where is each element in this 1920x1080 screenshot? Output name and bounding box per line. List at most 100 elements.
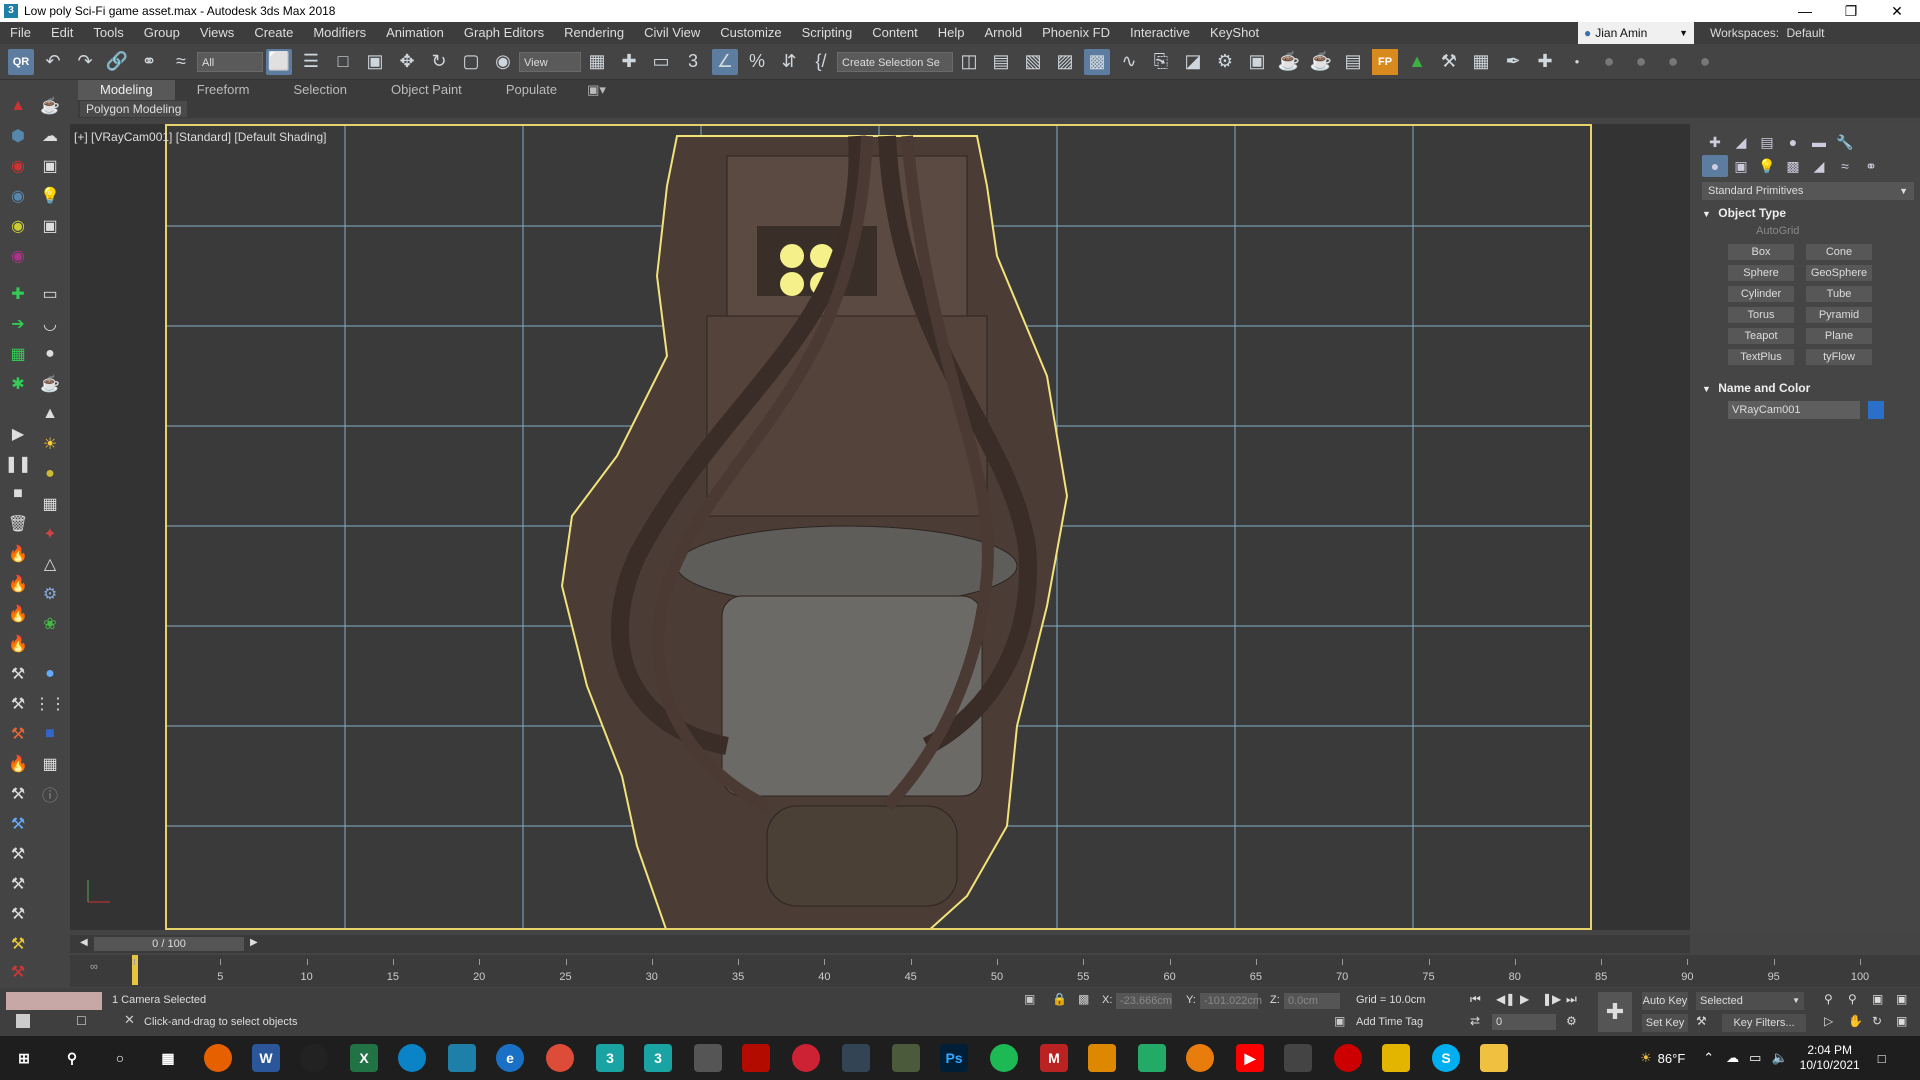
- tab-populate[interactable]: Populate: [484, 80, 579, 100]
- menu-create[interactable]: Create: [244, 22, 303, 44]
- link-icon[interactable]: 🔗: [104, 49, 130, 75]
- player-icon[interactable]: [1382, 1044, 1410, 1072]
- fov-icon[interactable]: ▷: [1824, 1014, 1833, 1028]
- absolute-mode-icon[interactable]: ▩: [1078, 992, 1089, 1006]
- helpers-category-icon[interactable]: ◢: [1806, 155, 1832, 177]
- torus-button[interactable]: Torus: [1728, 307, 1794, 323]
- dome-icon[interactable]: ◡: [38, 312, 62, 336]
- play-icon[interactable]: ▶: [1520, 992, 1529, 1006]
- quick-render-icon[interactable]: QR: [8, 48, 34, 75]
- app-icon-3[interactable]: [842, 1044, 870, 1072]
- image-icon[interactable]: ▣: [38, 154, 62, 178]
- reference-coordinate-dropdown[interactable]: View: [519, 51, 581, 72]
- menu-interactive[interactable]: Interactive: [1120, 22, 1200, 44]
- blue-sphere-icon[interactable]: ●: [38, 662, 62, 686]
- camera-icon[interactable]: ▣: [38, 214, 62, 238]
- grid-icon[interactable]: ▦: [38, 492, 62, 516]
- volume-icon[interactable]: 🔈: [1771, 1050, 1787, 1066]
- sphere-button[interactable]: Sphere: [1728, 265, 1794, 281]
- goto-end-icon[interactable]: ⏭: [1566, 992, 1577, 1007]
- sphere-2-icon[interactable]: ●: [1628, 49, 1654, 75]
- object-icon-1[interactable]: ⬢: [6, 124, 30, 148]
- forest-pack-icon[interactable]: ▲: [1404, 49, 1430, 75]
- menu-views[interactable]: Views: [190, 22, 244, 44]
- align-icon[interactable]: ▤: [988, 49, 1014, 75]
- gold-sphere-icon[interactable]: ●: [38, 462, 62, 486]
- material-editor-icon[interactable]: ◪: [1180, 49, 1206, 75]
- workspace-selector[interactable]: Workspaces: Default: [1710, 22, 1825, 44]
- maximize-icon[interactable]: ☐: [76, 1014, 87, 1028]
- geosphere-button[interactable]: GeoSphere: [1806, 265, 1872, 281]
- plant-icon[interactable]: ❀: [38, 612, 62, 636]
- particle-icon[interactable]: ✦: [38, 522, 62, 546]
- tube-button[interactable]: Tube: [1806, 286, 1872, 302]
- shapes-category-icon[interactable]: ▣: [1728, 155, 1754, 177]
- rotate-icon[interactable]: ↻: [426, 49, 452, 75]
- auto-key-button[interactable]: Auto Key: [1642, 992, 1688, 1010]
- blender-icon[interactable]: [1186, 1044, 1214, 1072]
- category-dropdown[interactable]: Standard Primitives ▼: [1702, 182, 1914, 200]
- tool-icon-7[interactable]: ⚒: [6, 872, 30, 896]
- add-time-tag[interactable]: Add Time Tag: [1356, 1016, 1423, 1028]
- cylinder-button[interactable]: Cylinder: [1728, 286, 1794, 302]
- tool-icon-1[interactable]: ⚒: [6, 662, 30, 686]
- dot-icon[interactable]: ●: [1564, 49, 1590, 75]
- polygon-modeling-panel[interactable]: Polygon Modeling: [80, 101, 188, 117]
- pyramid-button[interactable]: Pyramid: [1806, 307, 1872, 323]
- motion-tab-icon[interactable]: ●: [1780, 131, 1806, 153]
- sphere-4-icon[interactable]: ●: [1692, 49, 1718, 75]
- plane-button[interactable]: Plane: [1806, 328, 1872, 344]
- schematic-view-icon[interactable]: ⎘: [1148, 49, 1174, 75]
- orbit-icon[interactable]: ↻: [1872, 1014, 1882, 1028]
- minimize-button[interactable]: —: [1782, 0, 1828, 22]
- menu-help[interactable]: Help: [928, 22, 975, 44]
- 3dsmax-taskbar-icon[interactable]: 3: [596, 1044, 624, 1072]
- search-icon[interactable]: ⚲: [58, 1044, 86, 1072]
- explorer-app-icon[interactable]: [448, 1044, 476, 1072]
- app-icon-4[interactable]: [892, 1044, 920, 1072]
- redo-icon[interactable]: ↷: [72, 49, 98, 75]
- scale-icon[interactable]: ▢: [458, 49, 484, 75]
- track-toggle-icon[interactable]: ∞: [90, 961, 98, 973]
- notifications-icon[interactable]: □: [1878, 1051, 1886, 1066]
- app-icon-1[interactable]: [694, 1044, 722, 1072]
- rendered-frame-window-icon[interactable]: ▣: [1244, 49, 1270, 75]
- undo-icon[interactable]: ↶: [40, 49, 66, 75]
- tool-icon-9[interactable]: ⚒: [6, 932, 30, 956]
- fp-plugin-icon[interactable]: FP: [1372, 48, 1398, 75]
- name-and-color-header[interactable]: ▼ Name and Color: [1702, 379, 1914, 397]
- light-icon[interactable]: 💡: [38, 184, 62, 208]
- cone-icon[interactable]: ▲: [38, 402, 62, 426]
- plane-icon[interactable]: ▭: [38, 282, 62, 306]
- add-icon[interactable]: ✚: [1532, 49, 1558, 75]
- utilities-tab-icon[interactable]: 🔧: [1832, 131, 1858, 153]
- sphere-1-icon[interactable]: ●: [1596, 49, 1622, 75]
- prev-frame-icon[interactable]: ◀❚: [1496, 992, 1515, 1006]
- sphere-icon[interactable]: ●: [38, 342, 62, 366]
- move-icon[interactable]: ✥: [394, 49, 420, 75]
- teapot-icon[interactable]: ☕: [38, 372, 62, 396]
- space-warps-category-icon[interactable]: ≈: [1832, 155, 1858, 177]
- restore-button[interactable]: ❐: [1828, 0, 1874, 22]
- close-panel-icon[interactable]: ✕: [124, 1012, 135, 1028]
- ribbon-options-icon[interactable]: ▣▾: [579, 80, 614, 100]
- key-mode-icon[interactable]: ⇄: [1470, 1014, 1480, 1028]
- key-tangent-icon[interactable]: ⚒: [1696, 1014, 1707, 1028]
- tools-icon[interactable]: ⚒: [1436, 49, 1462, 75]
- render-teapot-icon[interactable]: ☕: [38, 94, 62, 118]
- file-explorer-icon[interactable]: [1480, 1044, 1508, 1072]
- fire-icon-4[interactable]: 🔥: [6, 632, 30, 656]
- menu-modifiers[interactable]: Modifiers: [303, 22, 376, 44]
- snaps-toggle-icon[interactable]: 3: [680, 49, 706, 75]
- tool-icon-8[interactable]: ⚒: [6, 902, 30, 926]
- scene-explorer-icon[interactable]: ▧: [1020, 49, 1046, 75]
- acrobat-icon[interactable]: [742, 1044, 770, 1072]
- tray-chevron-icon[interactable]: ⌃: [1703, 1050, 1714, 1066]
- create-geometry-icon[interactable]: ▲: [6, 94, 30, 118]
- edit-named-selection-icon[interactable]: {/: [808, 49, 834, 75]
- object-icon-5[interactable]: ◉: [6, 244, 30, 268]
- task-view-icon[interactable]: ▦: [154, 1044, 182, 1072]
- object-icon-2[interactable]: ◉: [6, 154, 30, 178]
- zoom-icon[interactable]: ⚲: [1824, 992, 1833, 1006]
- dots-icon[interactable]: ⋮⋮: [34, 692, 66, 716]
